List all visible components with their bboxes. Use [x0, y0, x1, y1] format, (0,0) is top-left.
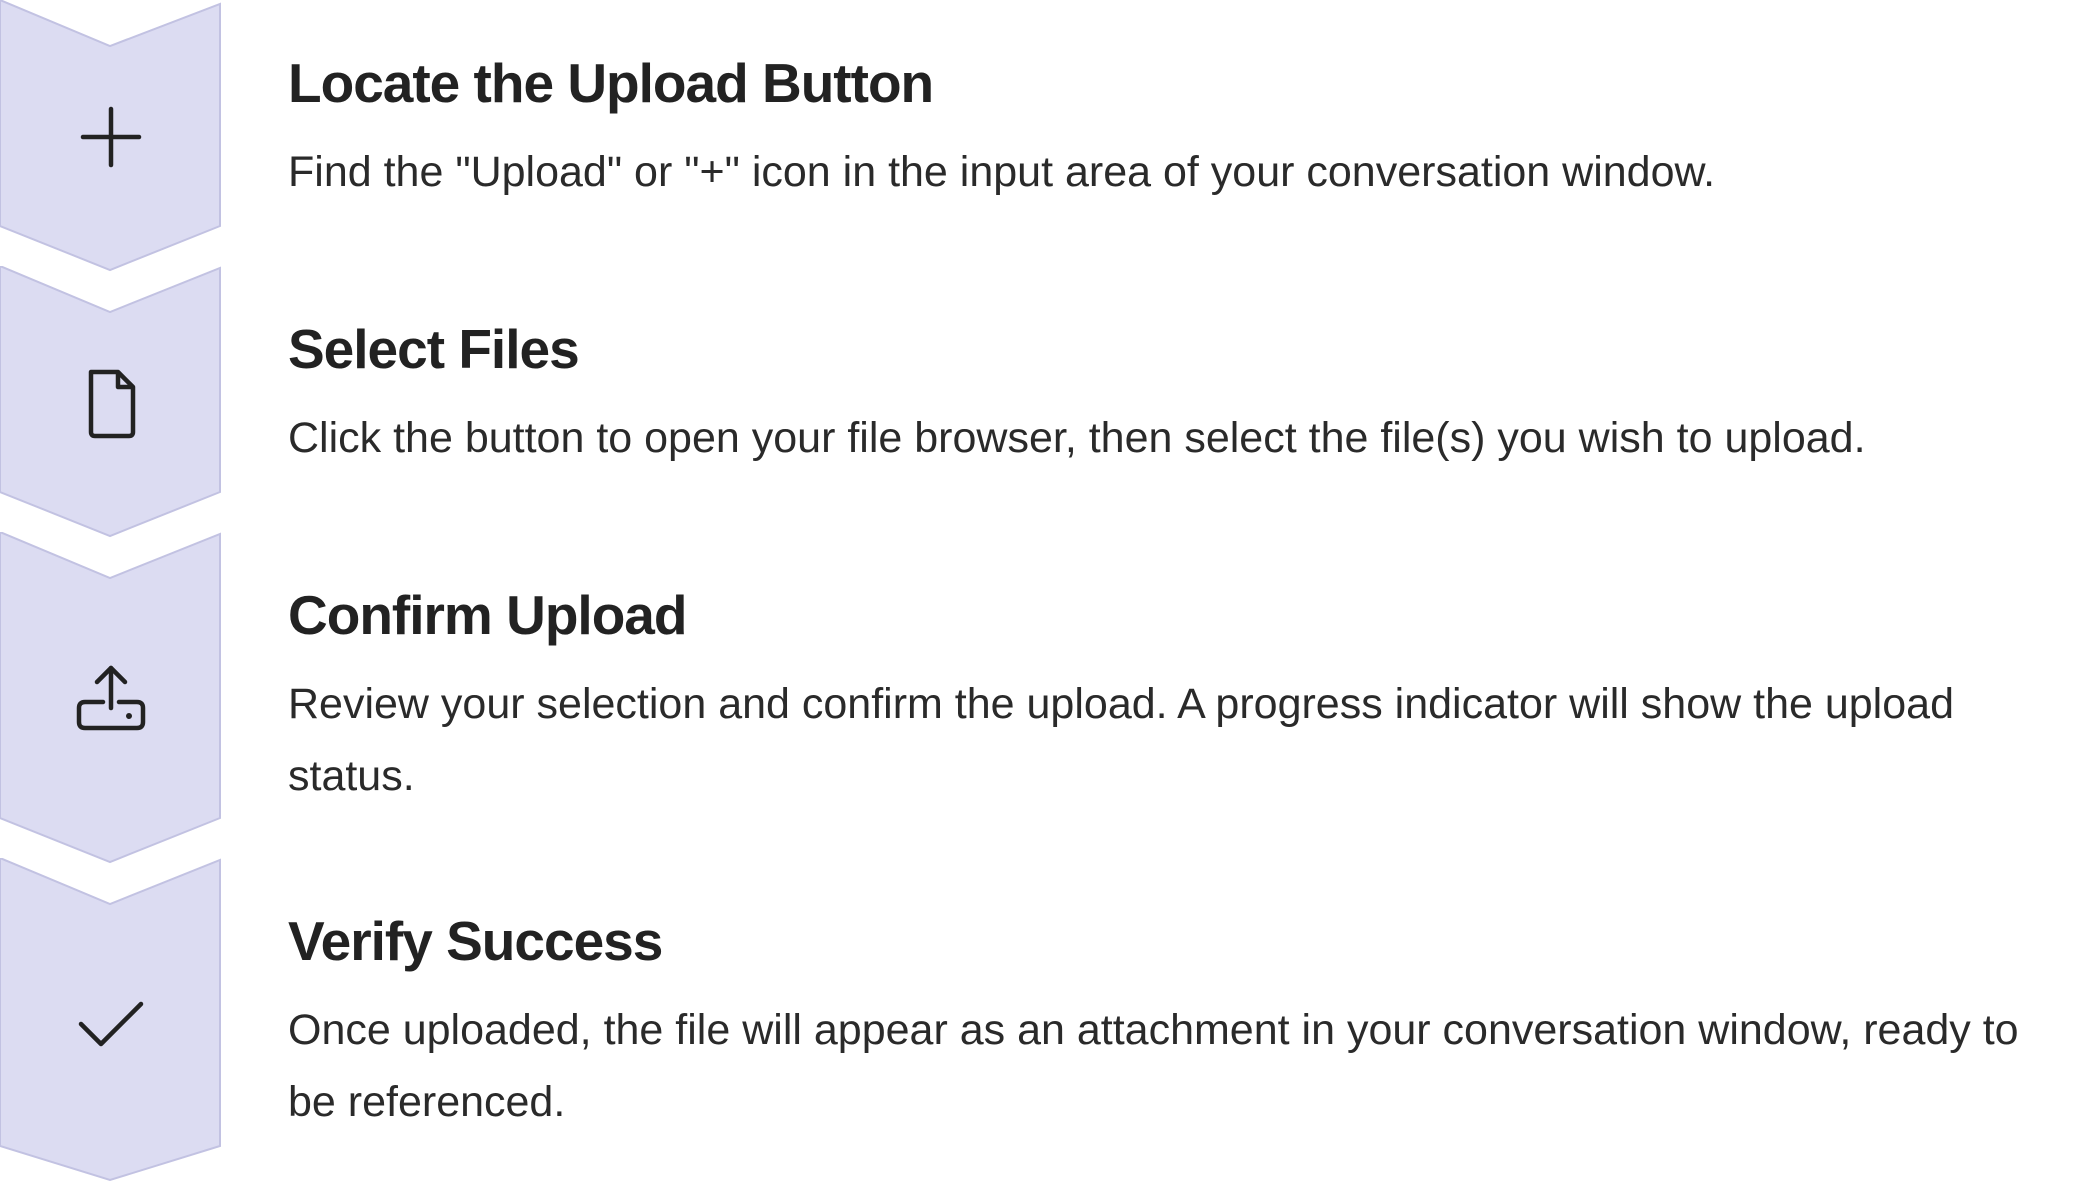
step-description: Once uploaded, the file will appear as a… [288, 1006, 2019, 1126]
plus-icon [71, 97, 151, 177]
step-description: Find the "Upload" or "+" icon in the inp… [288, 148, 1716, 196]
step-title: Select Files [288, 318, 580, 380]
step-title: Verify Success [288, 910, 663, 972]
step-text: Confirm Upload Review your selection and… [288, 582, 2078, 812]
step-text: Select Files Click the button to open yo… [288, 316, 2078, 474]
checkmark-icon [71, 984, 151, 1064]
step-title: Confirm Upload [288, 584, 687, 646]
step-title: Locate the Upload Button [288, 52, 934, 114]
file-icon [71, 364, 151, 444]
upload-steps-diagram: Locate the Upload Button Find the "Uploa… [0, 0, 2088, 1182]
upload-tray-icon [71, 660, 151, 740]
step-description: Review your selection and confirm the up… [288, 680, 1954, 800]
step-text: Verify Success Once uploaded, the file w… [288, 908, 2078, 1138]
step-description: Click the button to open your file brows… [288, 414, 1866, 462]
step-text: Locate the Upload Button Find the "Uploa… [288, 50, 2078, 208]
